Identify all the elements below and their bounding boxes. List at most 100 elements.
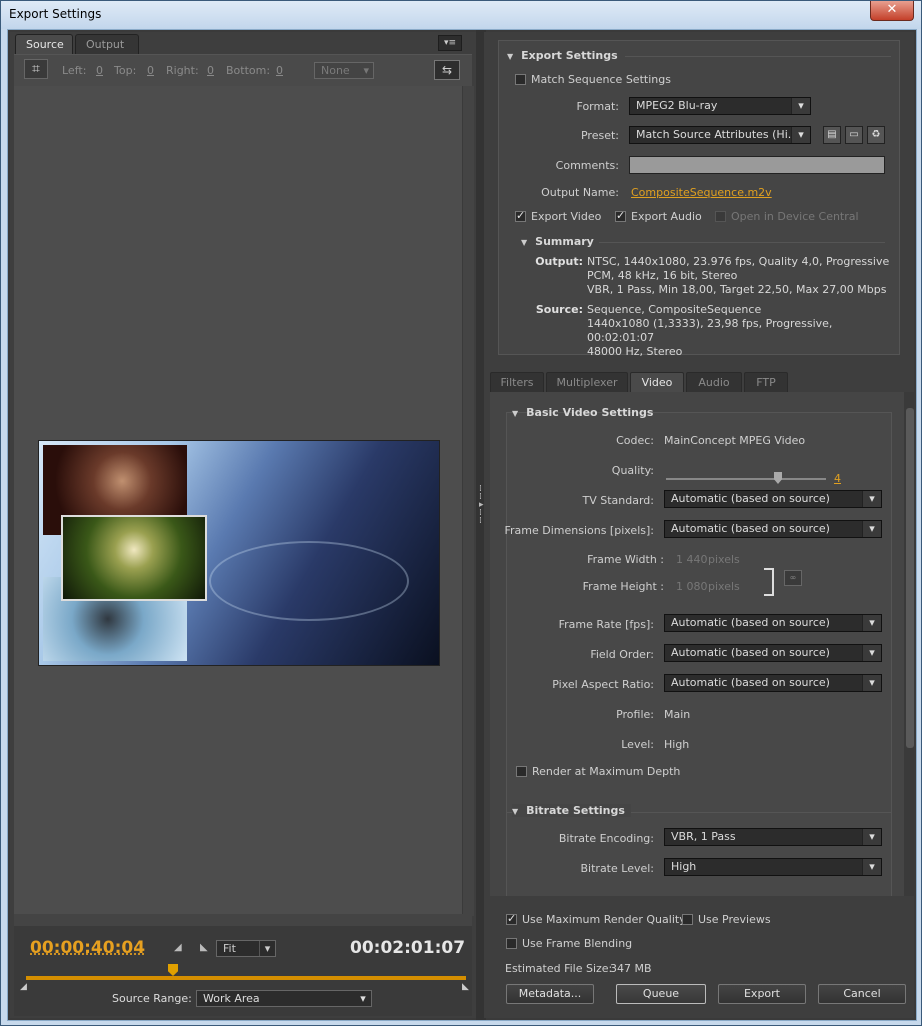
format-select[interactable]: MPEG2 Blu-ray — [629, 97, 811, 115]
field-order-select[interactable]: Automatic (based on source) — [664, 644, 882, 662]
quality-slider-track[interactable] — [666, 478, 826, 480]
set-in-point-icon[interactable]: ◢ — [174, 942, 182, 953]
summary-output-line: NTSC, 1440x1080, 23.976 fps, Quality 4,0… — [587, 255, 890, 268]
queue-button[interactable]: Queue — [616, 984, 706, 1004]
preview-vertical-scrollbar[interactable] — [462, 86, 474, 916]
section-divider — [599, 242, 885, 243]
bitrate-encoding-select[interactable]: VBR, 1 Pass — [664, 828, 882, 846]
timeline-bar[interactable] — [26, 976, 466, 980]
export-video-checkbox[interactable] — [515, 209, 526, 222]
cancel-button[interactable]: Cancel — [818, 984, 906, 1004]
level-value: High — [664, 738, 690, 751]
use-previews-label: Use Previews — [698, 913, 771, 926]
crop-proportions-value: None — [321, 64, 350, 77]
preview-overlay-graphic — [209, 541, 409, 621]
out-point-marker-icon[interactable]: ◣ — [462, 982, 469, 992]
summary-source-label: Source: — [535, 303, 583, 316]
render-max-depth-checkbox[interactable] — [516, 766, 527, 777]
quality-value[interactable]: 4 — [834, 472, 841, 485]
splitter-grip-icon: ⁞ ⁞ ▸ ⁞ ⁞ — [479, 484, 484, 526]
tab-ftp[interactable]: FTP — [744, 372, 788, 392]
constrain-proportions-icon[interactable]: ∞ — [784, 570, 802, 586]
zoom-select[interactable]: Fit ▾ — [216, 940, 276, 957]
source-range-label: Source Range: — [112, 992, 192, 1005]
in-point-marker-icon[interactable]: ◢ — [20, 982, 27, 992]
codec-value: MainConcept MPEG Video — [664, 434, 806, 447]
max-render-quality-checkbox[interactable] — [506, 912, 517, 925]
export-settings-window: Export Settings ✕ Source Output ▾≡ ⌗ Lef… — [0, 0, 922, 1026]
frame-blending-label: Use Frame Blending — [522, 937, 633, 950]
comments-label: Comments: — [555, 159, 619, 172]
settings-scrollbar[interactable] — [904, 392, 916, 896]
crop-proportions-select[interactable]: None ▾ — [314, 62, 374, 79]
tab-audio[interactable]: Audio — [686, 372, 742, 392]
frame-height-value[interactable]: 1 080 — [676, 580, 708, 593]
output-preview-toggle-icon[interactable]: ⇆ — [434, 60, 460, 80]
save-preset-icon[interactable]: ▤ — [823, 126, 841, 144]
set-out-point-icon[interactable]: ◣ — [200, 942, 208, 953]
summary-output-line: PCM, 48 kHz, 16 bit, Stereo — [587, 269, 738, 282]
summary-header[interactable]: ▼ Summary — [521, 235, 594, 248]
tab-video[interactable]: Video — [630, 372, 684, 392]
crop-top-value[interactable]: 0 — [147, 64, 154, 77]
frame-width-unit: pixels — [708, 553, 740, 566]
settings-pane: ▼ Export Settings Match Sequence Settings… — [484, 32, 916, 1018]
current-timecode[interactable]: 00:00:40:04 — [30, 938, 145, 958]
match-sequence-label: Match Sequence Settings — [531, 73, 671, 86]
use-previews-checkbox[interactable] — [682, 914, 693, 925]
import-preset-icon[interactable]: ▭ — [845, 126, 863, 144]
codec-label: Codec: — [616, 434, 654, 447]
summary-source-line: 48000 Hz, Stereo — [587, 345, 683, 358]
source-range-select[interactable]: Work Area ▾ — [196, 990, 372, 1007]
crop-left-value[interactable]: 0 — [96, 64, 103, 77]
frame-dimensions-label: Frame Dimensions [pixels]: — [504, 524, 654, 537]
crop-icon[interactable]: ⌗ — [24, 59, 48, 79]
profile-label: Profile: — [616, 708, 654, 721]
frame-width-value[interactable]: 1 440 — [676, 553, 708, 566]
export-video-label: Export Video — [531, 210, 602, 223]
frame-blending-checkbox[interactable] — [506, 938, 517, 949]
basic-video-header[interactable]: ▼ Basic Video Settings — [512, 406, 653, 419]
export-settings-header[interactable]: ▼ Export Settings — [507, 49, 618, 62]
tab-filters[interactable]: Filters — [490, 372, 544, 392]
tab-multiplexer[interactable]: Multiplexer — [546, 372, 628, 392]
tv-standard-select[interactable]: Automatic (based on source) — [664, 490, 882, 508]
device-central-label: Open in Device Central — [731, 210, 859, 223]
bitrate-header[interactable]: ▼ Bitrate Settings — [512, 804, 631, 817]
playhead-handle[interactable] — [168, 964, 178, 976]
match-sequence-checkbox[interactable] — [515, 74, 526, 85]
close-button[interactable]: ✕ — [870, 1, 914, 21]
source-output-pane: Source Output ▾≡ ⌗ Left: 0 Top: 0 Right:… — [10, 32, 476, 1018]
metadata-button[interactable]: Metadata... — [506, 984, 594, 1004]
panel-menu-icon[interactable]: ▾≡ — [438, 35, 462, 51]
preview-horizontal-scrollbar[interactable] — [14, 914, 472, 926]
frame-height-unit: pixels — [708, 580, 740, 593]
pixel-aspect-select[interactable]: Automatic (based on source) — [664, 674, 882, 692]
video-settings-panel: ▼ Basic Video Settings Codec: MainConcept… — [490, 392, 904, 896]
file-size-label: Estimated File Size: — [505, 962, 613, 975]
quality-label: Quality: — [611, 464, 654, 477]
crop-bottom-label: Bottom: — [226, 64, 271, 77]
delete-preset-icon[interactable]: ♻ — [867, 126, 885, 144]
bitrate-level-select[interactable]: High — [664, 858, 882, 876]
frame-dimensions-select[interactable]: Automatic (based on source) — [664, 520, 882, 538]
device-central-checkbox[interactable] — [715, 211, 726, 222]
summary-output-line: VBR, 1 Pass, Min 18,00, Target 22,50, Ma… — [587, 283, 887, 296]
settings-scrollbar-thumb[interactable] — [906, 408, 914, 748]
tab-output[interactable]: Output — [75, 34, 139, 54]
tab-source[interactable]: Source — [15, 34, 73, 54]
comments-input[interactable] — [629, 156, 885, 174]
crop-top-label: Top: — [114, 64, 137, 77]
collapse-arrow-icon: ▼ — [512, 807, 519, 816]
collapse-arrow-icon: ▼ — [521, 238, 528, 247]
output-name-link[interactable]: CompositeSequence.m2v — [631, 186, 772, 199]
summary-source-text: Sequence, CompositeSequence 1440x1080 (1… — [587, 303, 899, 359]
export-audio-checkbox[interactable] — [615, 209, 626, 222]
summary-title: Summary — [535, 235, 594, 248]
export-button[interactable]: Export — [718, 984, 806, 1004]
crop-bottom-value[interactable]: 0 — [276, 64, 283, 77]
frame-rate-select[interactable]: Automatic (based on source) — [664, 614, 882, 632]
crop-right-value[interactable]: 0 — [207, 64, 214, 77]
preset-select[interactable]: Match Source Attributes (Hi... — [629, 126, 811, 144]
timeline-area: 00:00:40:04 ◢ ◣ Fit ▾ 00:02:01:07 ◢ ◣ Sou… — [14, 926, 472, 1016]
